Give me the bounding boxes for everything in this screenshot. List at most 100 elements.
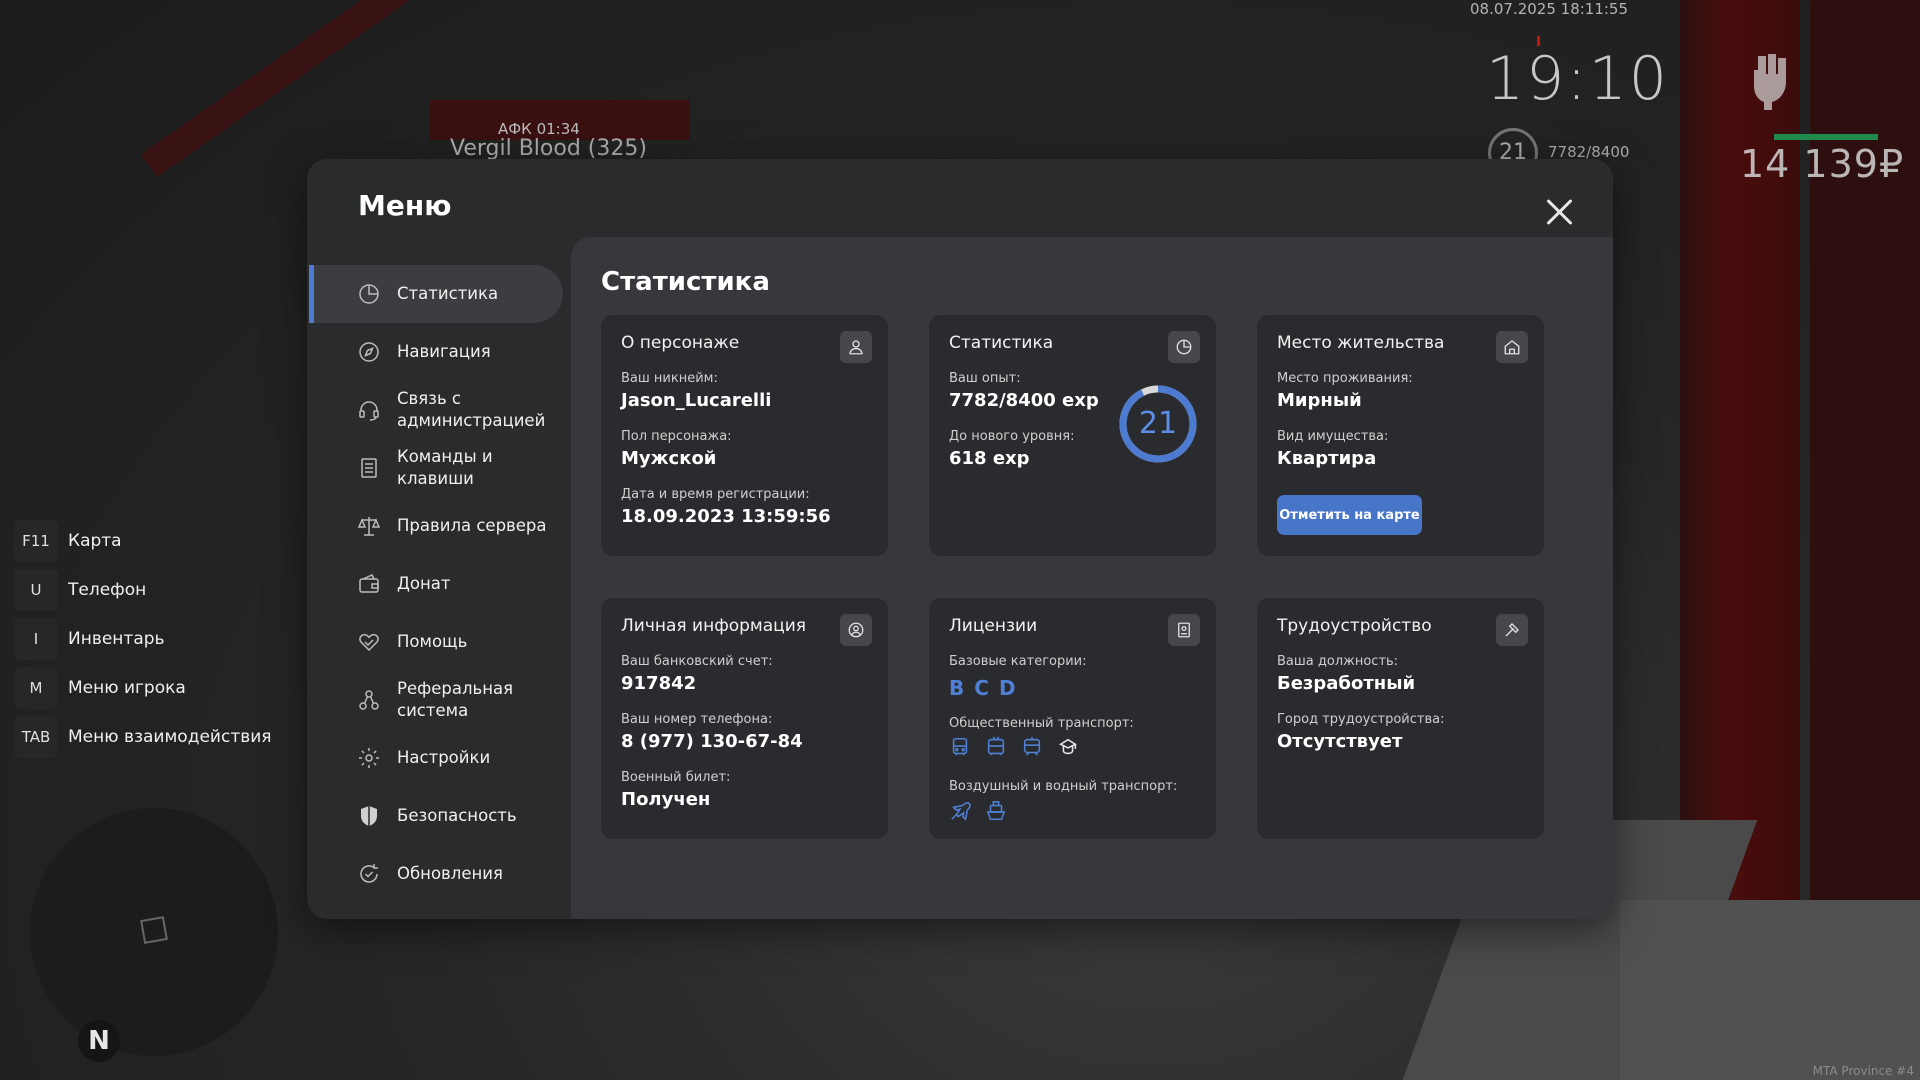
field-label: Дата и время регистрации: [621, 487, 810, 502]
air-water-transport-icons [949, 800, 1007, 822]
field-label: Ваша должность: [1277, 654, 1399, 669]
headset-icon [359, 401, 379, 421]
sidebar-item-donate[interactable]: Донат [309, 555, 563, 613]
helping-hand-icon [359, 633, 379, 652]
refresh-icon [360, 864, 378, 883]
card-title: Статистика [949, 333, 1054, 353]
sidebar-item-label: Безопасность [397, 806, 517, 825]
sidebar-item-admin-contact[interactable]: Связь с администрацией [309, 381, 563, 439]
license-category: C [974, 676, 989, 700]
sidebar-item-navigation[interactable]: Навигация [309, 323, 563, 381]
page-title: Статистика [601, 267, 770, 297]
hud-date: 08.07.2025 18:11:55 [1470, 0, 1629, 18]
card-employment: Трудоустройство Ваша должность: Безработ… [1257, 598, 1544, 839]
hotkey-key: I [14, 618, 58, 660]
hud-money: 14 139₽ [1740, 142, 1905, 186]
sidebar-item-label: Донат [397, 574, 451, 593]
minimap-player-icon [140, 916, 168, 944]
field-label: Ваш банковский счет: [621, 654, 773, 669]
sidebar-item-label: Связь с администрацией [397, 389, 546, 430]
sidebar-item-label: Обновления [397, 864, 503, 883]
card-title: О персонаже [621, 333, 740, 353]
license-icon [1168, 614, 1200, 646]
sidebar-item-settings[interactable]: Настройки [309, 729, 563, 787]
card-title: Трудоустройство [1277, 616, 1432, 636]
field-label: Место проживания: [1277, 371, 1413, 386]
user-icon [840, 331, 872, 363]
card-title: Лицензии [949, 616, 1038, 636]
field-label: Вид имущества: [1277, 429, 1389, 444]
referral-icon [359, 690, 379, 710]
hotkey-inventory[interactable]: I Инвентарь [14, 618, 272, 660]
field-label: Город трудоустройства: [1277, 712, 1445, 727]
hotkey-player-menu[interactable]: M Меню игрока [14, 667, 272, 709]
gear-icon [359, 748, 379, 768]
license-categories: B C D [949, 676, 1016, 700]
hotkey-interaction-menu[interactable]: TAB Меню взаимодействия [14, 716, 272, 758]
hotkey-key: M [14, 667, 58, 709]
field-label: Базовые категории: [949, 654, 1087, 669]
close-icon[interactable] [1543, 195, 1577, 229]
card-title: Личная информация [621, 616, 807, 636]
shield-icon [361, 806, 377, 826]
sidebar-item-security[interactable]: Безопасность [309, 787, 563, 845]
document-icon [361, 458, 377, 478]
card-stats: Статистика Ваш опыт: 7782/8400 exp До но… [929, 315, 1216, 556]
bank-account-value: 917842 [621, 673, 697, 694]
property-value: Квартира [1277, 448, 1377, 469]
sidebar-item-label: Правила сервера [397, 516, 547, 535]
stats-icon [359, 284, 379, 304]
level-value: 21 [1138, 406, 1178, 441]
hotkey-label: Меню взаимодействия [68, 727, 272, 747]
hotkey-key: F11 [14, 520, 58, 562]
next-level-value: 618 exp [949, 448, 1030, 469]
wallet-icon [359, 574, 379, 593]
hotkey-map[interactable]: F11 Карта [14, 520, 272, 562]
card-residence: Место жительства Место проживания: Мирны… [1257, 315, 1544, 556]
minimap-north: N [78, 1020, 120, 1062]
card-licenses: Лицензии Базовые категории: B C D Общест… [929, 598, 1216, 839]
field-label: Общественный транспорт: [949, 716, 1134, 731]
sidebar-item-statistics[interactable]: Статистика [309, 265, 563, 323]
content-panel: Статистика О персонаже Ваш никнейм: Jaso… [571, 237, 1613, 919]
hotkey-label: Инвентарь [68, 629, 165, 649]
sidebar-item-referral[interactable]: Реферальная система [309, 671, 563, 729]
public-transport-icons [949, 736, 1079, 758]
sidebar-item-rules[interactable]: Правила сервера [309, 497, 563, 555]
military-id-value: Получен [621, 789, 711, 810]
employment-city-value: Отсутствует [1277, 731, 1403, 752]
sidebar-item-updates[interactable]: Обновления [309, 845, 563, 903]
menu-window: Меню Статистика Навигация Связь с админи… [307, 159, 1613, 919]
hotkey-label: Телефон [68, 580, 147, 600]
tram-icon [1023, 736, 1041, 756]
card-title: Место жительства [1277, 333, 1445, 353]
mark-on-map-button[interactable]: Отметить на карте [1277, 495, 1422, 535]
sidebar-item-label: Настройки [397, 748, 491, 767]
player-nametag: Vergil Blood (325) [450, 136, 647, 161]
field-label: Ваш никнейм: [621, 371, 718, 386]
floor-block [1620, 900, 1920, 1080]
scales-icon [357, 517, 381, 536]
sidebar-item-commands[interactable]: Команды и клавиши [309, 439, 563, 497]
sidebar-item-help[interactable]: Помощь [309, 613, 563, 671]
sidebar-item-label: Реферальная система [397, 679, 514, 720]
stats-icon [1168, 331, 1200, 363]
server-label: MTA Province #4 [1812, 1064, 1914, 1078]
trolleybus-icon [987, 736, 1005, 756]
hammer-icon [1496, 614, 1528, 646]
field-label: До нового уровня: [949, 429, 1075, 444]
residence-value: Мирный [1277, 390, 1362, 411]
user-circle-icon [840, 614, 872, 646]
registration-value: 18.09.2023 13:59:56 [621, 506, 831, 527]
hotkey-phone[interactable]: U Телефон [14, 569, 272, 611]
compass-icon [359, 342, 379, 362]
license-category: B [949, 676, 965, 700]
nickname-value: Jason_Lucarelli [621, 390, 772, 411]
gender-value: Мужской [621, 448, 717, 469]
position-value: Безработный [1277, 673, 1416, 694]
bus-icon [952, 737, 968, 756]
menu-sidebar: Статистика Навигация Связь с администрац… [309, 265, 563, 903]
field-label: Военный билет: [621, 770, 731, 785]
plane-icon [951, 801, 971, 821]
license-category: D [998, 676, 1016, 700]
